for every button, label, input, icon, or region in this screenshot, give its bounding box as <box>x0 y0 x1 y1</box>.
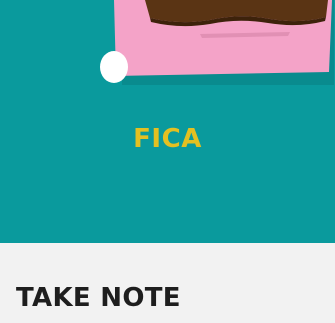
page: FICA TAKE NOTE <box>0 0 335 323</box>
section-title: TAKE NOTE <box>16 283 181 313</box>
pinned-note-illustration <box>100 0 334 85</box>
article-banner[interactable]: FICA <box>0 0 335 243</box>
pin-icon <box>100 51 128 83</box>
banner-label: FICA <box>133 124 202 154</box>
